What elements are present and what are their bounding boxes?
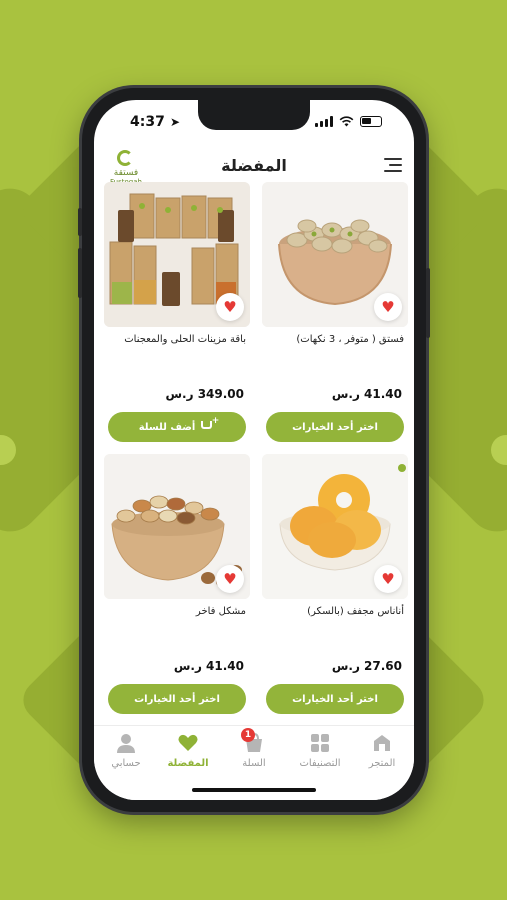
volume-button	[78, 208, 82, 236]
product-price: 27.60 ر.س	[331, 659, 402, 673]
favorite-heart-icon[interactable]: ♥	[374, 565, 402, 593]
tab-store[interactable]: المتجر	[352, 732, 412, 769]
store-icon	[371, 732, 393, 754]
product-card[interactable]: ♥ باقة مزينات الحلى والمعجنات 349.00 ر.س…	[104, 182, 250, 444]
product-name[interactable]: باقة مزينات الحلى والمعجنات	[106, 334, 246, 345]
button-label: أضف للسلة	[138, 421, 196, 433]
add-to-cart-icon	[201, 416, 219, 433]
app-header: فستقة Fustoqah المفضلة	[94, 146, 414, 186]
product-image[interactable]: ♥	[262, 454, 408, 599]
favorite-heart-icon[interactable]: ♥	[216, 293, 244, 321]
product-image[interactable]: ♥	[104, 454, 250, 599]
choose-options-button[interactable]: اختر أحد الخيارات	[266, 412, 404, 442]
product-price: 41.40 ر.س	[331, 387, 402, 401]
favorites-grid: ♥ فستق ( متوفر ، 3 نكهات) 41.40 ر.س اختر…	[94, 182, 414, 722]
menu-icon[interactable]	[384, 158, 402, 174]
tab-label: حسابي	[111, 758, 141, 769]
cart-badge: 1	[241, 728, 255, 742]
tab-label: التصنيفات	[299, 758, 341, 769]
volume-button	[78, 248, 82, 298]
product-name[interactable]: مشكل فاخر	[106, 606, 246, 617]
home-indicator[interactable]	[192, 788, 316, 792]
product-price: 349.00 ر.س	[165, 387, 244, 401]
product-name[interactable]: أناناس مجفف (بالسكر)	[264, 606, 404, 617]
product-name[interactable]: فستق ( متوفر ، 3 نكهات)	[264, 334, 404, 345]
product-image[interactable]: ♥	[262, 182, 408, 327]
power-button	[426, 268, 430, 338]
product-card[interactable]: ♥ أناناس مجفف (بالسكر) 27.60 ر.س اختر أح…	[262, 454, 408, 716]
battery-icon	[360, 116, 382, 127]
page-title: المفضلة	[221, 156, 287, 175]
button-label: اختر أحد الخيارات	[292, 421, 378, 433]
user-icon	[115, 732, 137, 754]
tab-label: المفضلة	[167, 758, 209, 769]
favorite-heart-icon[interactable]: ♥	[216, 565, 244, 593]
product-image[interactable]: ♥	[104, 182, 250, 327]
product-card[interactable]: ♥ مشكل فاخر 41.40 ر.س اختر أحد الخيارات	[104, 454, 250, 716]
tab-categories[interactable]: التصنيفات	[290, 732, 350, 769]
button-label: اختر أحد الخيارات	[134, 693, 220, 705]
tab-label: السلة	[242, 758, 266, 769]
product-price: 41.40 ر.س	[173, 659, 244, 673]
notch	[198, 100, 310, 130]
favorite-heart-icon[interactable]: ♥	[374, 293, 402, 321]
cellular-signal-icon	[315, 116, 333, 127]
product-card[interactable]: ♥ فستق ( متوفر ، 3 نكهات) 41.40 ر.س اختر…	[262, 182, 408, 444]
heart-icon	[177, 732, 199, 754]
add-to-cart-button[interactable]: أضف للسلة	[108, 412, 246, 442]
tab-favorites[interactable]: المفضلة	[158, 732, 218, 769]
choose-options-button[interactable]: اختر أحد الخيارات	[108, 684, 246, 714]
wifi-icon	[339, 116, 354, 127]
tab-cart[interactable]: 1 السلة	[224, 728, 284, 769]
button-label: اختر أحد الخيارات	[292, 693, 378, 705]
choose-options-button[interactable]: اختر أحد الخيارات	[266, 684, 404, 714]
cart-icon: 1	[241, 728, 265, 754]
categories-icon	[309, 732, 331, 754]
status-time: 4:37	[130, 114, 165, 130]
tab-account[interactable]: حسابي	[96, 732, 156, 769]
tab-label: المتجر	[368, 758, 396, 769]
app-screen: 4:37 ➤ فستقة Fustoqah المفضلة	[94, 100, 414, 800]
location-arrow-icon: ➤	[170, 115, 181, 129]
phone-frame: 4:37 ➤ فستقة Fustoqah المفضلة	[78, 88, 430, 812]
